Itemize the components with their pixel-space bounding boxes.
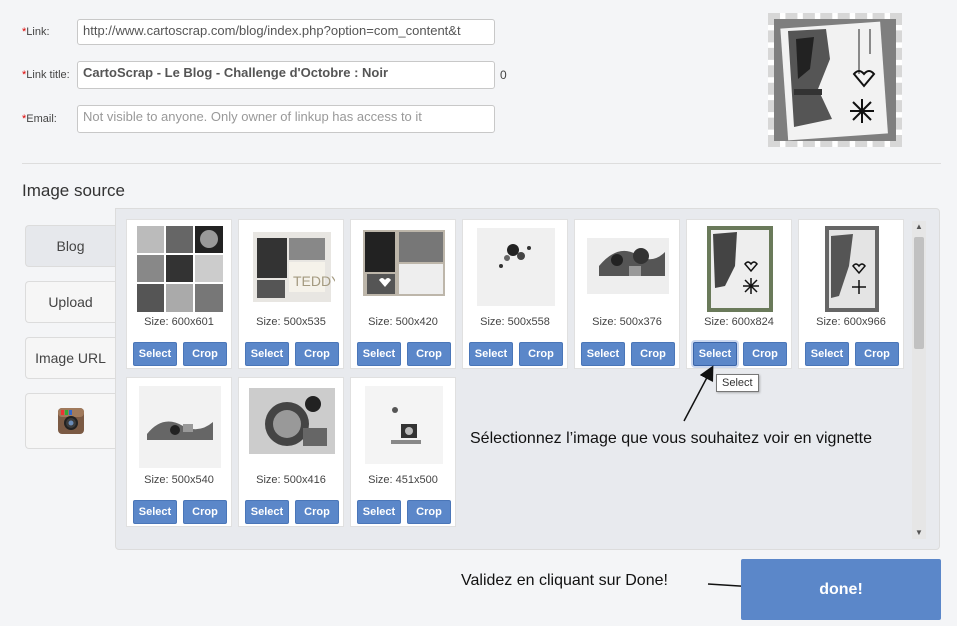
select-button[interactable]: Select xyxy=(581,342,625,366)
image-card: Size: 600x601 Select Crop xyxy=(126,219,232,369)
thumbnail-image xyxy=(137,384,223,470)
image-card: Size: 451x500 Select Crop xyxy=(350,377,456,527)
image-card: Size: 500x540 Select Crop xyxy=(126,377,232,527)
tab-image-url[interactable]: Image URL xyxy=(25,337,115,379)
select-button[interactable]: Select xyxy=(469,342,513,366)
grid-scrollbar[interactable]: ▲ ▼ xyxy=(912,221,926,539)
select-button[interactable]: Select xyxy=(357,500,401,524)
tab-upload[interactable]: Upload xyxy=(25,281,115,323)
image-card: TEDDY Size: 500x535 Select Crop xyxy=(238,219,344,369)
image-card: Size: 500x420 Select Crop xyxy=(350,219,456,369)
image-size-label: Size: 500x540 xyxy=(144,474,214,486)
image-card: Size: 500x558 Select Crop xyxy=(462,219,568,369)
crop-button[interactable]: Crop xyxy=(407,500,451,524)
select-button[interactable]: Select xyxy=(245,342,289,366)
thumbnail-image xyxy=(137,226,223,312)
thumbnail-image: TEDDY xyxy=(249,226,335,312)
image-size-label: Size: 500x376 xyxy=(592,316,662,328)
link-row: *Link: http://www.cartoscrap.com/blog/in… xyxy=(22,19,495,45)
select-tooltip: Select xyxy=(716,374,759,392)
scrollbar-thumb[interactable] xyxy=(914,237,924,349)
link-title-label: *Link title: xyxy=(22,69,70,81)
select-button[interactable]: Select xyxy=(357,342,401,366)
image-size-label: Size: 600x966 xyxy=(816,316,886,328)
image-size-label: Size: 600x824 xyxy=(704,316,774,328)
title-char-counter: 0 xyxy=(500,68,507,82)
thumbnail-image xyxy=(809,226,895,312)
email-label: *Email: xyxy=(22,113,57,125)
svg-text:TEDDY: TEDDY xyxy=(293,273,335,289)
crop-button[interactable]: Crop xyxy=(407,342,451,366)
image-source-title: Image source xyxy=(22,181,125,200)
thumbnail-image xyxy=(361,384,447,470)
select-button[interactable]: Select xyxy=(133,500,177,524)
link-input[interactable]: http://www.cartoscrap.com/blog/index.php… xyxy=(77,19,495,45)
email-row: *Email: Not visible to anyone. Only owne… xyxy=(22,105,495,133)
preview-image xyxy=(774,19,896,141)
link-title-row: *Link title: CartoScrap - Le Blog - Chal… xyxy=(22,61,507,89)
instagram-icon xyxy=(57,408,84,434)
select-button[interactable]: Select xyxy=(245,500,289,524)
select-button[interactable]: Select xyxy=(805,342,849,366)
image-size-label: Size: 500x535 xyxy=(256,316,326,328)
crop-button[interactable]: Crop xyxy=(183,342,227,366)
scroll-down-icon[interactable]: ▼ xyxy=(912,527,926,539)
thumbnail-image xyxy=(585,226,671,312)
image-grid-panel: Size: 600x601 Select Crop TEDDY Size: 50… xyxy=(115,208,940,550)
image-size-label: Size: 500x420 xyxy=(368,316,438,328)
thumbnail-preview xyxy=(768,13,902,147)
image-card: Size: 500x376 Select Crop xyxy=(574,219,680,369)
image-card: Size: 600x966 Select Crop xyxy=(798,219,904,369)
image-card: Size: 500x416 Select Crop xyxy=(238,377,344,527)
link-label: *Link: xyxy=(22,26,50,38)
select-hint-annotation: Sélectionnez l’image que vous souhaitez … xyxy=(470,430,873,447)
done-hint-annotation: Validez en cliquant sur Done! xyxy=(461,572,668,589)
section-divider xyxy=(22,163,941,164)
crop-button[interactable]: Crop xyxy=(631,342,675,366)
thumbnail-image xyxy=(473,226,559,312)
crop-button[interactable]: Crop xyxy=(183,500,227,524)
thumbnail-image xyxy=(697,226,783,312)
crop-button[interactable]: Crop xyxy=(519,342,563,366)
thumbnail-image xyxy=(361,226,447,312)
thumbnail-image xyxy=(249,384,335,470)
select-button[interactable]: Select xyxy=(133,342,177,366)
image-card: Size: 600x824 Select Crop xyxy=(686,219,792,369)
tab-instagram[interactable] xyxy=(25,393,115,449)
image-size-label: Size: 600x601 xyxy=(144,316,214,328)
link-title-input[interactable]: CartoScrap - Le Blog - Challenge d'Octob… xyxy=(77,61,495,89)
select-button[interactable]: Select xyxy=(693,342,737,366)
crop-button[interactable]: Crop xyxy=(295,500,339,524)
crop-button[interactable]: Crop xyxy=(743,342,787,366)
done-button[interactable]: done! xyxy=(741,559,941,620)
crop-button[interactable]: Crop xyxy=(295,342,339,366)
email-input[interactable]: Not visible to anyone. Only owner of lin… xyxy=(77,105,495,133)
image-size-label: Size: 451x500 xyxy=(368,474,438,486)
crop-button[interactable]: Crop xyxy=(855,342,899,366)
tab-blog[interactable]: Blog xyxy=(25,225,115,267)
image-size-label: Size: 500x558 xyxy=(480,316,550,328)
image-size-label: Size: 500x416 xyxy=(256,474,326,486)
scroll-up-icon[interactable]: ▲ xyxy=(912,221,926,233)
